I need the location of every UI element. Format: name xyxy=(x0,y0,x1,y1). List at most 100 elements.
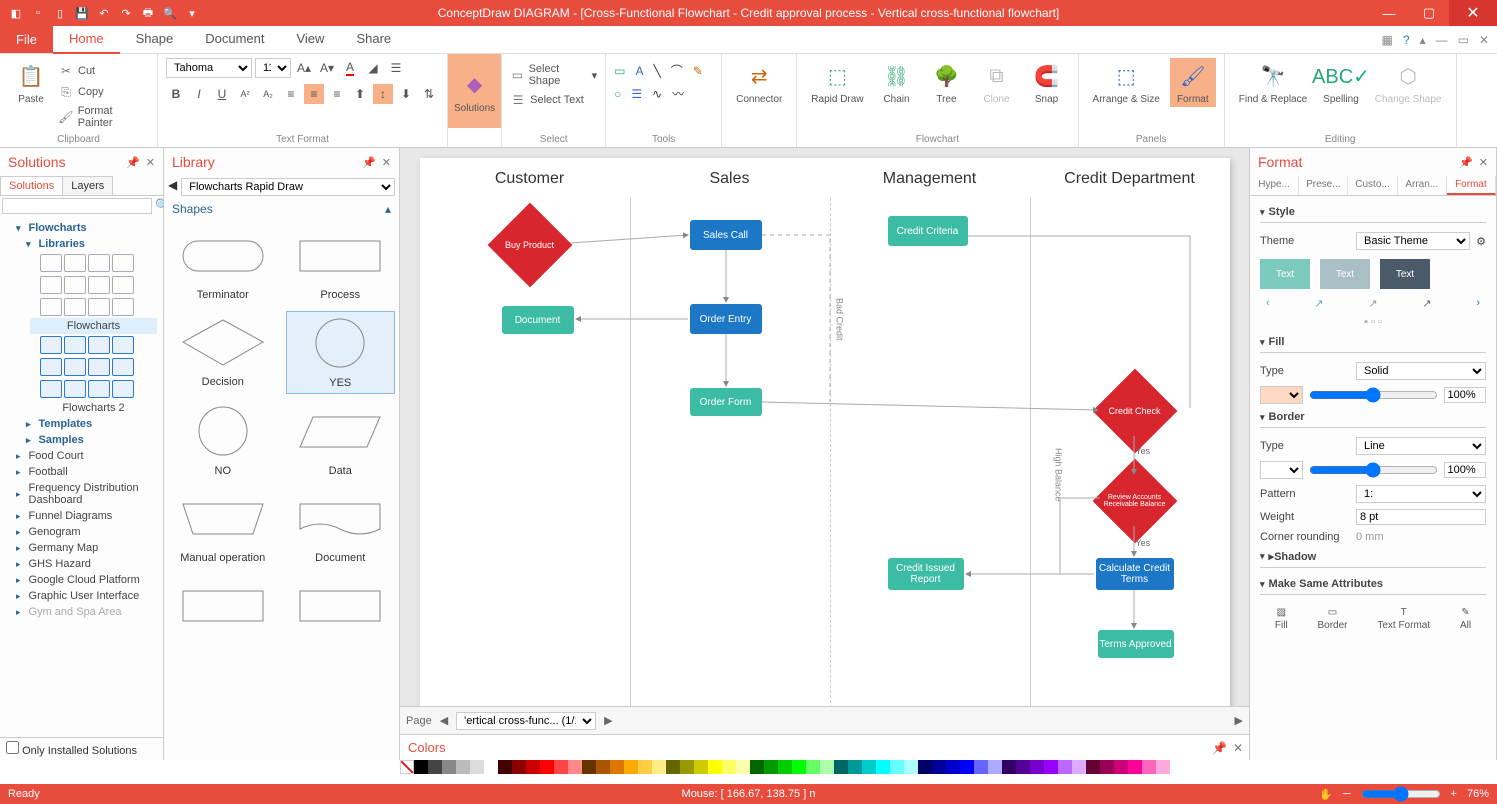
color-swatch[interactable] xyxy=(960,760,974,774)
arrange-size-button[interactable]: ⬚Arrange & Size xyxy=(1087,58,1166,107)
border-color-select[interactable] xyxy=(1260,461,1303,479)
shape-review[interactable]: Review Accounts Receivable Balance xyxy=(1100,476,1170,526)
color-swatch[interactable] xyxy=(456,760,470,774)
color-swatch[interactable] xyxy=(1072,760,1086,774)
tree-item[interactable]: Football xyxy=(6,464,157,480)
tool-curve-icon[interactable]: ∿ xyxy=(652,87,662,101)
font-select[interactable]: Tahoma xyxy=(166,58,252,78)
theme-preview[interactable]: Text xyxy=(1380,259,1430,289)
shape-document[interactable]: Document xyxy=(502,306,574,334)
color-swatch[interactable] xyxy=(680,760,694,774)
close-button[interactable]: ✕ xyxy=(1449,0,1497,26)
format-panel-button[interactable]: 🖌Format xyxy=(1170,58,1216,107)
shape-order-entry[interactable]: Order Entry xyxy=(690,304,762,334)
border-opacity-input[interactable] xyxy=(1444,462,1487,478)
weight-input[interactable] xyxy=(1356,509,1486,525)
tree-flowcharts[interactable]: Flowcharts xyxy=(6,220,157,236)
color-swatch[interactable] xyxy=(638,760,652,774)
list-icon[interactable]: ☰ xyxy=(386,58,406,78)
align-right-icon[interactable]: ≡ xyxy=(327,84,347,104)
format-painter-button[interactable]: 🖌Format Painter xyxy=(58,104,149,130)
theme-preview[interactable]: Text xyxy=(1260,259,1310,289)
underline-icon[interactable]: U xyxy=(212,84,232,104)
color-swatch[interactable] xyxy=(568,760,582,774)
align-middle-icon[interactable]: ↕ xyxy=(373,84,393,104)
color-swatch[interactable] xyxy=(442,760,456,774)
line-spacing-icon[interactable]: ⇅ xyxy=(419,84,439,104)
shape-manual[interactable]: Manual operation xyxy=(168,487,278,568)
ribbon-collapse-icon[interactable]: ▴ xyxy=(1420,33,1426,47)
highlight-icon[interactable]: ◢ xyxy=(363,58,383,78)
tool-pen-icon[interactable]: ✎ xyxy=(693,64,703,78)
tool-arc-icon[interactable]: ⌒ xyxy=(671,62,683,79)
zoom-out-icon[interactable]: ─ xyxy=(1343,788,1351,800)
border-opacity-slider[interactable] xyxy=(1309,462,1438,478)
section-border[interactable]: Border xyxy=(1260,407,1486,428)
color-swatch[interactable] xyxy=(1156,760,1170,774)
font-size-select[interactable]: 11 xyxy=(255,58,291,78)
color-swatch[interactable] xyxy=(708,760,722,774)
section-same-attrs[interactable]: Make Same Attributes xyxy=(1260,574,1486,595)
color-swatch[interactable] xyxy=(526,760,540,774)
attr-textformat[interactable]: TText Format xyxy=(1377,607,1430,631)
close-icon[interactable]: ✕ xyxy=(382,156,391,169)
tree-item[interactable]: GHS Hazard xyxy=(6,556,157,572)
tab-share[interactable]: Share xyxy=(340,25,407,54)
pattern-select[interactable]: 1: xyxy=(1356,485,1486,503)
doc-minimize-icon[interactable]: ― xyxy=(1436,33,1448,47)
color-swatch[interactable] xyxy=(1002,760,1016,774)
gear-icon[interactable]: ⚙ xyxy=(1476,235,1486,248)
shape-yes[interactable]: YES xyxy=(286,311,396,394)
color-swatch[interactable] xyxy=(1142,760,1156,774)
pin-icon[interactable]: 📌 xyxy=(1212,741,1227,755)
qat-search-icon[interactable]: 🔍 xyxy=(162,5,178,21)
align-center-icon[interactable]: ≡ xyxy=(304,84,324,104)
fp-tab-arrange[interactable]: Arran... xyxy=(1398,176,1447,195)
tab-home[interactable]: Home xyxy=(53,25,120,54)
doc-restore-icon[interactable]: ▭ xyxy=(1458,33,1469,47)
color-swatch[interactable] xyxy=(610,760,624,774)
shape-credit-check[interactable]: Credit Check xyxy=(1100,386,1170,436)
style-next-icon[interactable]: › xyxy=(1476,297,1480,310)
color-swatch[interactable] xyxy=(750,760,764,774)
font-color-icon[interactable]: A xyxy=(340,58,360,78)
qat-print-icon[interactable]: 🖶 xyxy=(140,5,156,21)
shape-no[interactable]: NO xyxy=(168,400,278,481)
snap-button[interactable]: 🧲Snap xyxy=(1024,58,1070,107)
pin-icon[interactable]: 📌 xyxy=(1459,156,1473,169)
lib-flowcharts2[interactable]: Flowcharts 2 xyxy=(30,400,157,416)
color-swatch[interactable] xyxy=(428,760,442,774)
color-swatch[interactable] xyxy=(918,760,932,774)
lib-prev-icon[interactable]: ◀ xyxy=(168,178,177,196)
tool-line-icon[interactable]: ╲ xyxy=(654,64,661,78)
color-swatch[interactable] xyxy=(890,760,904,774)
color-swatch[interactable] xyxy=(624,760,638,774)
layers-tab[interactable]: Layers xyxy=(62,176,113,195)
color-swatch[interactable] xyxy=(1086,760,1100,774)
hscroll-end-icon[interactable]: ▶ xyxy=(1235,714,1243,727)
tab-document[interactable]: Document xyxy=(189,25,280,54)
page-selector[interactable]: 'ertical cross-func... (1/1 xyxy=(456,712,596,730)
shape-process[interactable]: Process xyxy=(286,224,396,305)
page-next-icon[interactable]: ▶ xyxy=(604,714,612,727)
zoom-slider[interactable] xyxy=(1361,786,1441,802)
tree-libraries[interactable]: Libraries xyxy=(6,236,157,252)
color-swatch[interactable] xyxy=(1058,760,1072,774)
clone-button[interactable]: ⧉Clone xyxy=(974,58,1020,107)
tree-item[interactable]: Funnel Diagrams xyxy=(6,508,157,524)
paste-button[interactable]: 📋Paste xyxy=(8,58,54,107)
doc-close-icon[interactable]: ✕ xyxy=(1479,33,1489,47)
solutions-button[interactable]: ◆Solutions xyxy=(448,54,501,128)
section-shadow[interactable]: ▸ Shadow xyxy=(1260,546,1486,568)
tool-rect-icon[interactable]: ▭ xyxy=(614,64,625,78)
color-swatch[interactable] xyxy=(694,760,708,774)
zoom-in-icon[interactable]: + xyxy=(1451,788,1457,800)
select-shape-button[interactable]: ▭Select Shape ▾ xyxy=(510,62,597,88)
find-replace-button[interactable]: 🔭Find & Replace xyxy=(1233,58,1313,107)
fill-color-select[interactable] xyxy=(1260,386,1303,404)
style-prev-icon[interactable]: ‹ xyxy=(1266,297,1270,310)
pin-icon[interactable]: 📌 xyxy=(126,156,140,169)
fp-tab-format[interactable]: Format xyxy=(1447,176,1496,195)
color-swatch[interactable] xyxy=(470,760,484,774)
tree-samples[interactable]: Samples xyxy=(6,432,157,448)
